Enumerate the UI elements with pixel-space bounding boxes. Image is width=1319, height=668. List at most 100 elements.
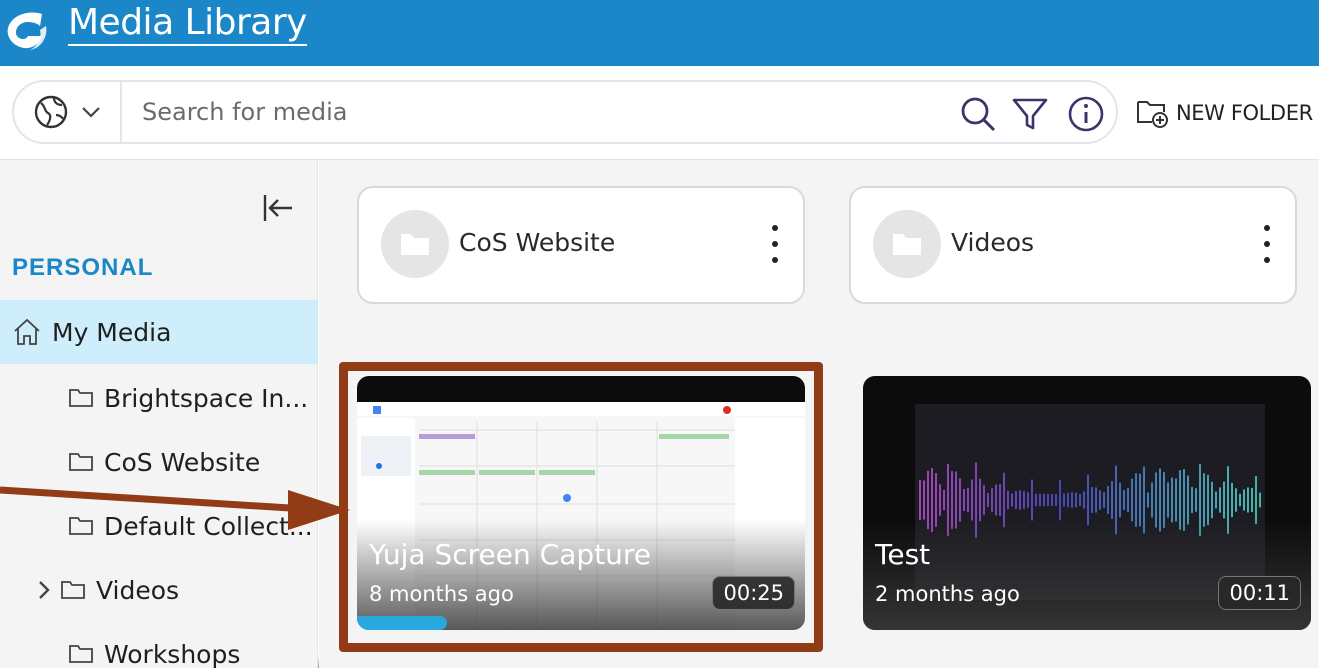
waveform-bar: [1019, 490, 1021, 510]
waveform-bar: [1139, 473, 1141, 527]
watch-progress-bar: [357, 616, 805, 630]
waveform-bar: [1119, 482, 1121, 518]
chevron-right-icon[interactable]: [36, 579, 52, 601]
waveform-bar: [987, 492, 989, 508]
waveform-bar: [1151, 482, 1153, 518]
sidebar-item-videos[interactable]: Videos: [0, 558, 318, 622]
info-icon[interactable]: [1066, 94, 1106, 134]
sidebar-item-label: Default Collect...: [104, 511, 313, 541]
sidebar: PERSONAL My Media Brightspace In... CoS …: [0, 160, 318, 668]
yuja-logo-icon: [7, 12, 47, 50]
section-label-personal: PERSONAL: [12, 254, 154, 281]
sidebar-item-label: CoS Website: [104, 447, 261, 477]
page-title[interactable]: Media Library: [68, 2, 307, 46]
waveform-bar: [1203, 473, 1205, 527]
new-folder-label: NEW FOLDER: [1176, 101, 1313, 125]
search-scope-dropdown[interactable]: [14, 82, 122, 142]
waveform-bar: [1171, 477, 1173, 523]
sidebar-item-my-media[interactable]: My Media: [0, 300, 318, 364]
waveform-bar: [1211, 481, 1213, 519]
waveform-bar: [1063, 493, 1065, 507]
waveform-bar: [1007, 490, 1009, 510]
sidebar-item-label: Videos: [96, 575, 180, 605]
filter-icon[interactable]: [1010, 94, 1050, 134]
waveform-bar: [967, 487, 969, 513]
folder-icon: [68, 643, 94, 665]
waveform-bar: [1175, 478, 1177, 522]
folder-name: CoS Website: [459, 228, 616, 257]
collapse-sidebar-icon[interactable]: [260, 190, 296, 226]
folder-icon: [68, 515, 94, 537]
waveform-bar: [1095, 487, 1097, 513]
waveform-bar: [1131, 478, 1133, 522]
waveform-bar: [1255, 476, 1257, 524]
waveform-bar: [1015, 491, 1017, 509]
waveform-bar: [1259, 492, 1261, 508]
new-folder-button[interactable]: NEW FOLDER: [1136, 96, 1313, 130]
folder-icon: [873, 210, 941, 278]
waveform-bar: [1147, 492, 1149, 508]
waveform-bar: [1195, 488, 1197, 512]
folder-card-videos[interactable]: Videos: [849, 186, 1297, 304]
sidebar-item-cos-website[interactable]: CoS Website: [0, 430, 318, 494]
waveform-bar: [979, 478, 981, 522]
globe-icon: [34, 95, 68, 129]
waveform-bar: [1035, 493, 1037, 507]
waveform-bar: [1051, 493, 1053, 507]
sidebar-item-label: Brightspace In...: [104, 383, 309, 413]
sidebar-item-label: Workshops: [104, 639, 241, 668]
folder-icon: [68, 387, 94, 409]
waveform-bar: [1071, 492, 1073, 508]
waveform-bar: [959, 478, 961, 522]
waveform-bar: [1207, 474, 1209, 526]
top-bar: Media Library: [0, 0, 1319, 66]
folder-icon: [60, 579, 86, 601]
waveform-bar: [1191, 486, 1193, 514]
sidebar-item-brightspace[interactable]: Brightspace In...: [0, 366, 318, 430]
folder-icon: [68, 451, 94, 473]
waveform-bar: [1187, 475, 1189, 525]
waveform-bar: [1091, 487, 1093, 513]
sidebar-item-workshops[interactable]: Workshops: [0, 622, 318, 668]
new-folder-icon: [1137, 101, 1168, 128]
waveform-bar: [939, 484, 941, 516]
waveform-bar: [991, 488, 993, 512]
waveform-bar: [943, 490, 945, 510]
waveform-bar: [1103, 492, 1105, 508]
waveform-bar: [935, 473, 937, 527]
waveform-bar: [983, 485, 985, 515]
media-title: Test: [875, 538, 931, 571]
media-age: 8 months ago: [369, 582, 514, 606]
sidebar-item-default-collection[interactable]: Default Collect...: [0, 494, 318, 558]
duration-badge: 00:25: [712, 576, 795, 610]
waveform-bar: [1219, 487, 1221, 513]
media-age: 2 months ago: [875, 582, 1020, 606]
search-icon[interactable]: [958, 94, 998, 134]
more-options-icon[interactable]: [1257, 222, 1277, 266]
waveform-bar: [923, 480, 925, 520]
search-input[interactable]: [142, 94, 942, 130]
waveform-bar: [1127, 487, 1129, 513]
waveform-bar: [1087, 474, 1089, 526]
media-grid: CoS Website Videos Yuja Screen Capture 8…: [319, 160, 1319, 668]
waveform-bar: [1239, 493, 1241, 507]
waveform-bar: [999, 484, 1001, 516]
search-toolbar: NEW FOLDER: [0, 66, 1319, 160]
media-title: Yuja Screen Capture: [369, 538, 651, 571]
home-icon: [12, 317, 42, 347]
waveform-bar: [1099, 490, 1101, 510]
caption-overlay: [863, 520, 1311, 630]
media-card-test[interactable]: Test 2 months ago 00:11: [863, 376, 1311, 630]
media-card-yuja-screen-capture[interactable]: Yuja Screen Capture 8 months ago 00:25: [357, 376, 805, 630]
waveform-bar: [919, 480, 921, 520]
folder-card-cos-website[interactable]: CoS Website: [357, 186, 805, 304]
waveform-bar: [971, 479, 973, 521]
waveform-bar: [1231, 482, 1233, 518]
waveform-bar: [1079, 493, 1081, 507]
waveform-bar: [1011, 493, 1013, 507]
folder-icon: [381, 210, 449, 278]
more-options-icon[interactable]: [765, 222, 785, 266]
waveform-bar: [1059, 479, 1061, 521]
waveform-bar: [1167, 482, 1169, 518]
waveform-bar: [1251, 487, 1253, 513]
